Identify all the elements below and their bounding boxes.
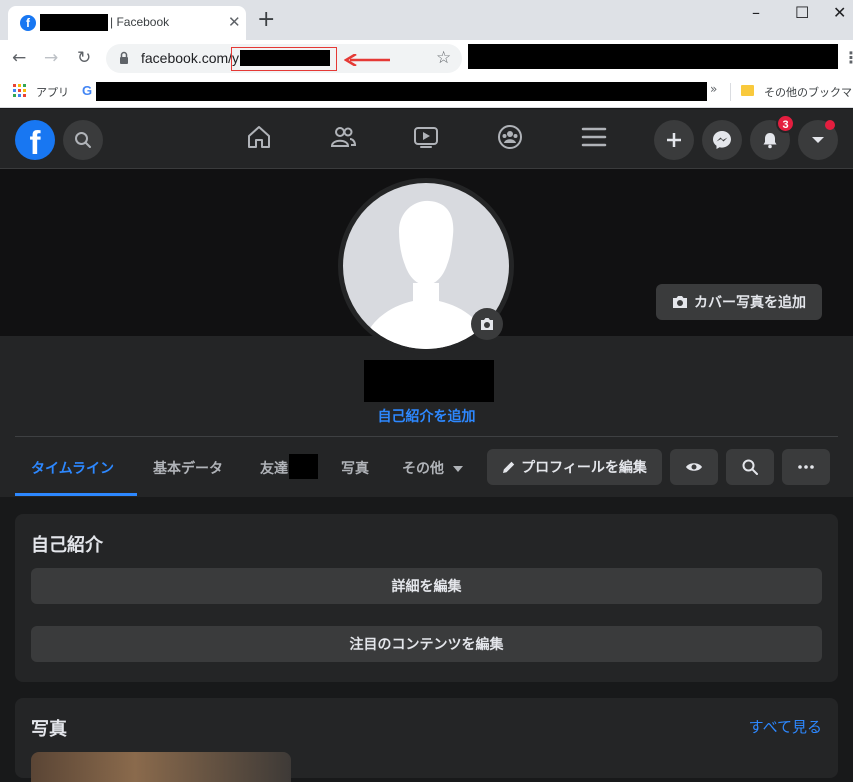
tab-close-icon[interactable]: ✕ <box>228 14 241 30</box>
home-icon[interactable] <box>245 123 273 151</box>
edit-featured-button[interactable]: 注目のコンテンツを編集 <box>31 626 822 662</box>
tab-friends[interactable]: 友達 <box>260 458 288 478</box>
caret-down-icon <box>452 466 463 472</box>
search-icon <box>742 459 758 475</box>
more-options-button[interactable] <box>782 449 830 485</box>
tab-more[interactable]: その他 <box>402 458 463 478</box>
friends-icon[interactable] <box>329 123 357 151</box>
new-tab-button[interactable]: + <box>257 9 275 31</box>
tab-about[interactable]: 基本データ <box>153 458 223 478</box>
add-cover-photo-button[interactable]: カバー写真を追加 <box>656 284 822 320</box>
see-all-photos-link[interactable]: すべて見る <box>749 716 822 737</box>
pencil-icon <box>503 461 515 473</box>
redacted-profile-name <box>364 360 494 402</box>
more-icon <box>798 465 814 469</box>
redacted-bookmarks <box>96 82 707 101</box>
apps-label[interactable]: アプリ <box>36 84 69 100</box>
update-profile-picture-button[interactable] <box>471 308 503 340</box>
browser-tab-bar: f | Facebook ✕ + – ☐ ✕ <box>0 0 853 40</box>
facebook-header: f <box>0 109 853 169</box>
plus-icon <box>667 133 681 147</box>
camera-icon <box>673 296 687 308</box>
watch-icon[interactable] <box>412 123 440 151</box>
groups-icon[interactable] <box>496 123 524 151</box>
intro-card: 自己紹介 詳細を編集 注目のコンテンツを編集 <box>15 514 838 682</box>
tab-photos[interactable]: 写真 <box>341 458 369 478</box>
url-text: facebook.com/y <box>141 50 240 66</box>
bookmarks-divider <box>730 83 731 101</box>
tab-more-label: その他 <box>402 461 444 477</box>
search-icon <box>75 132 91 148</box>
account-alert-dot <box>825 120 835 130</box>
browser-menu-icon[interactable]: ⋮ <box>843 48 853 67</box>
bell-icon <box>763 133 777 149</box>
back-arrow-icon[interactable]: ← <box>12 48 26 68</box>
profile-divider <box>15 436 838 437</box>
photos-title: 写真 <box>31 719 67 740</box>
view-as-button[interactable] <box>670 449 718 485</box>
forward-arrow-icon[interactable]: → <box>44 48 58 68</box>
eye-icon <box>686 463 702 471</box>
star-icon[interactable]: ☆ <box>436 48 451 68</box>
redacted-tab-text <box>40 14 108 31</box>
edit-profile-label: プロフィールを編集 <box>521 460 647 476</box>
photos-card: 写真 すべて見る <box>15 698 838 782</box>
edit-profile-button[interactable]: プロフィールを編集 <box>487 449 662 485</box>
facebook-favicon-icon: f <box>20 15 36 31</box>
tab-timeline[interactable]: タイムライン <box>31 458 114 478</box>
profile-search-button[interactable] <box>726 449 774 485</box>
window-close-button[interactable]: ✕ <box>833 3 846 22</box>
caret-down-icon <box>812 137 824 143</box>
notification-count-badge: 3 <box>776 114 795 133</box>
folder-icon <box>741 85 754 96</box>
apps-icon[interactable] <box>13 84 27 98</box>
google-icon[interactable]: G <box>82 83 92 98</box>
url-highlight-box <box>231 47 337 71</box>
messenger-button[interactable] <box>702 120 742 160</box>
redacted-toolbar <box>468 44 838 69</box>
edit-details-button[interactable]: 詳細を編集 <box>31 568 822 604</box>
photo-thumbnail[interactable] <box>31 752 291 782</box>
tab-title: | Facebook <box>110 15 170 29</box>
add-bio-link[interactable]: 自己紹介を追加 <box>0 406 853 426</box>
omnibox[interactable]: facebook.com/y ☆ <box>106 44 462 73</box>
create-button[interactable] <box>654 120 694 160</box>
address-bar-row: ← → ↻ facebook.com/y ☆ ⋮ <box>0 40 853 77</box>
search-button[interactable] <box>63 120 103 160</box>
redacted-friends-count <box>289 454 318 479</box>
bookmarks-overflow-icon[interactable]: » <box>710 82 717 96</box>
facebook-icon[interactable]: f <box>15 120 55 161</box>
maximize-button[interactable]: ☐ <box>795 3 809 22</box>
minimize-button[interactable]: – <box>752 3 760 22</box>
add-cover-photo-label: カバー写真を追加 <box>694 295 806 311</box>
lock-icon <box>120 51 128 64</box>
reload-icon[interactable]: ↻ <box>77 48 91 68</box>
active-tab-indicator <box>15 493 137 496</box>
other-bookmarks[interactable]: その他のブックマーク <box>764 84 853 100</box>
browser-tab[interactable]: f | Facebook ✕ <box>8 6 246 40</box>
bookmarks-bar: アプリ G » その他のブックマーク <box>0 77 853 108</box>
red-arrow-annotation <box>344 54 390 66</box>
intro-title: 自己紹介 <box>31 535 103 556</box>
menu-icon[interactable] <box>580 123 608 151</box>
messenger-icon <box>713 131 731 149</box>
camera-icon <box>481 318 493 330</box>
